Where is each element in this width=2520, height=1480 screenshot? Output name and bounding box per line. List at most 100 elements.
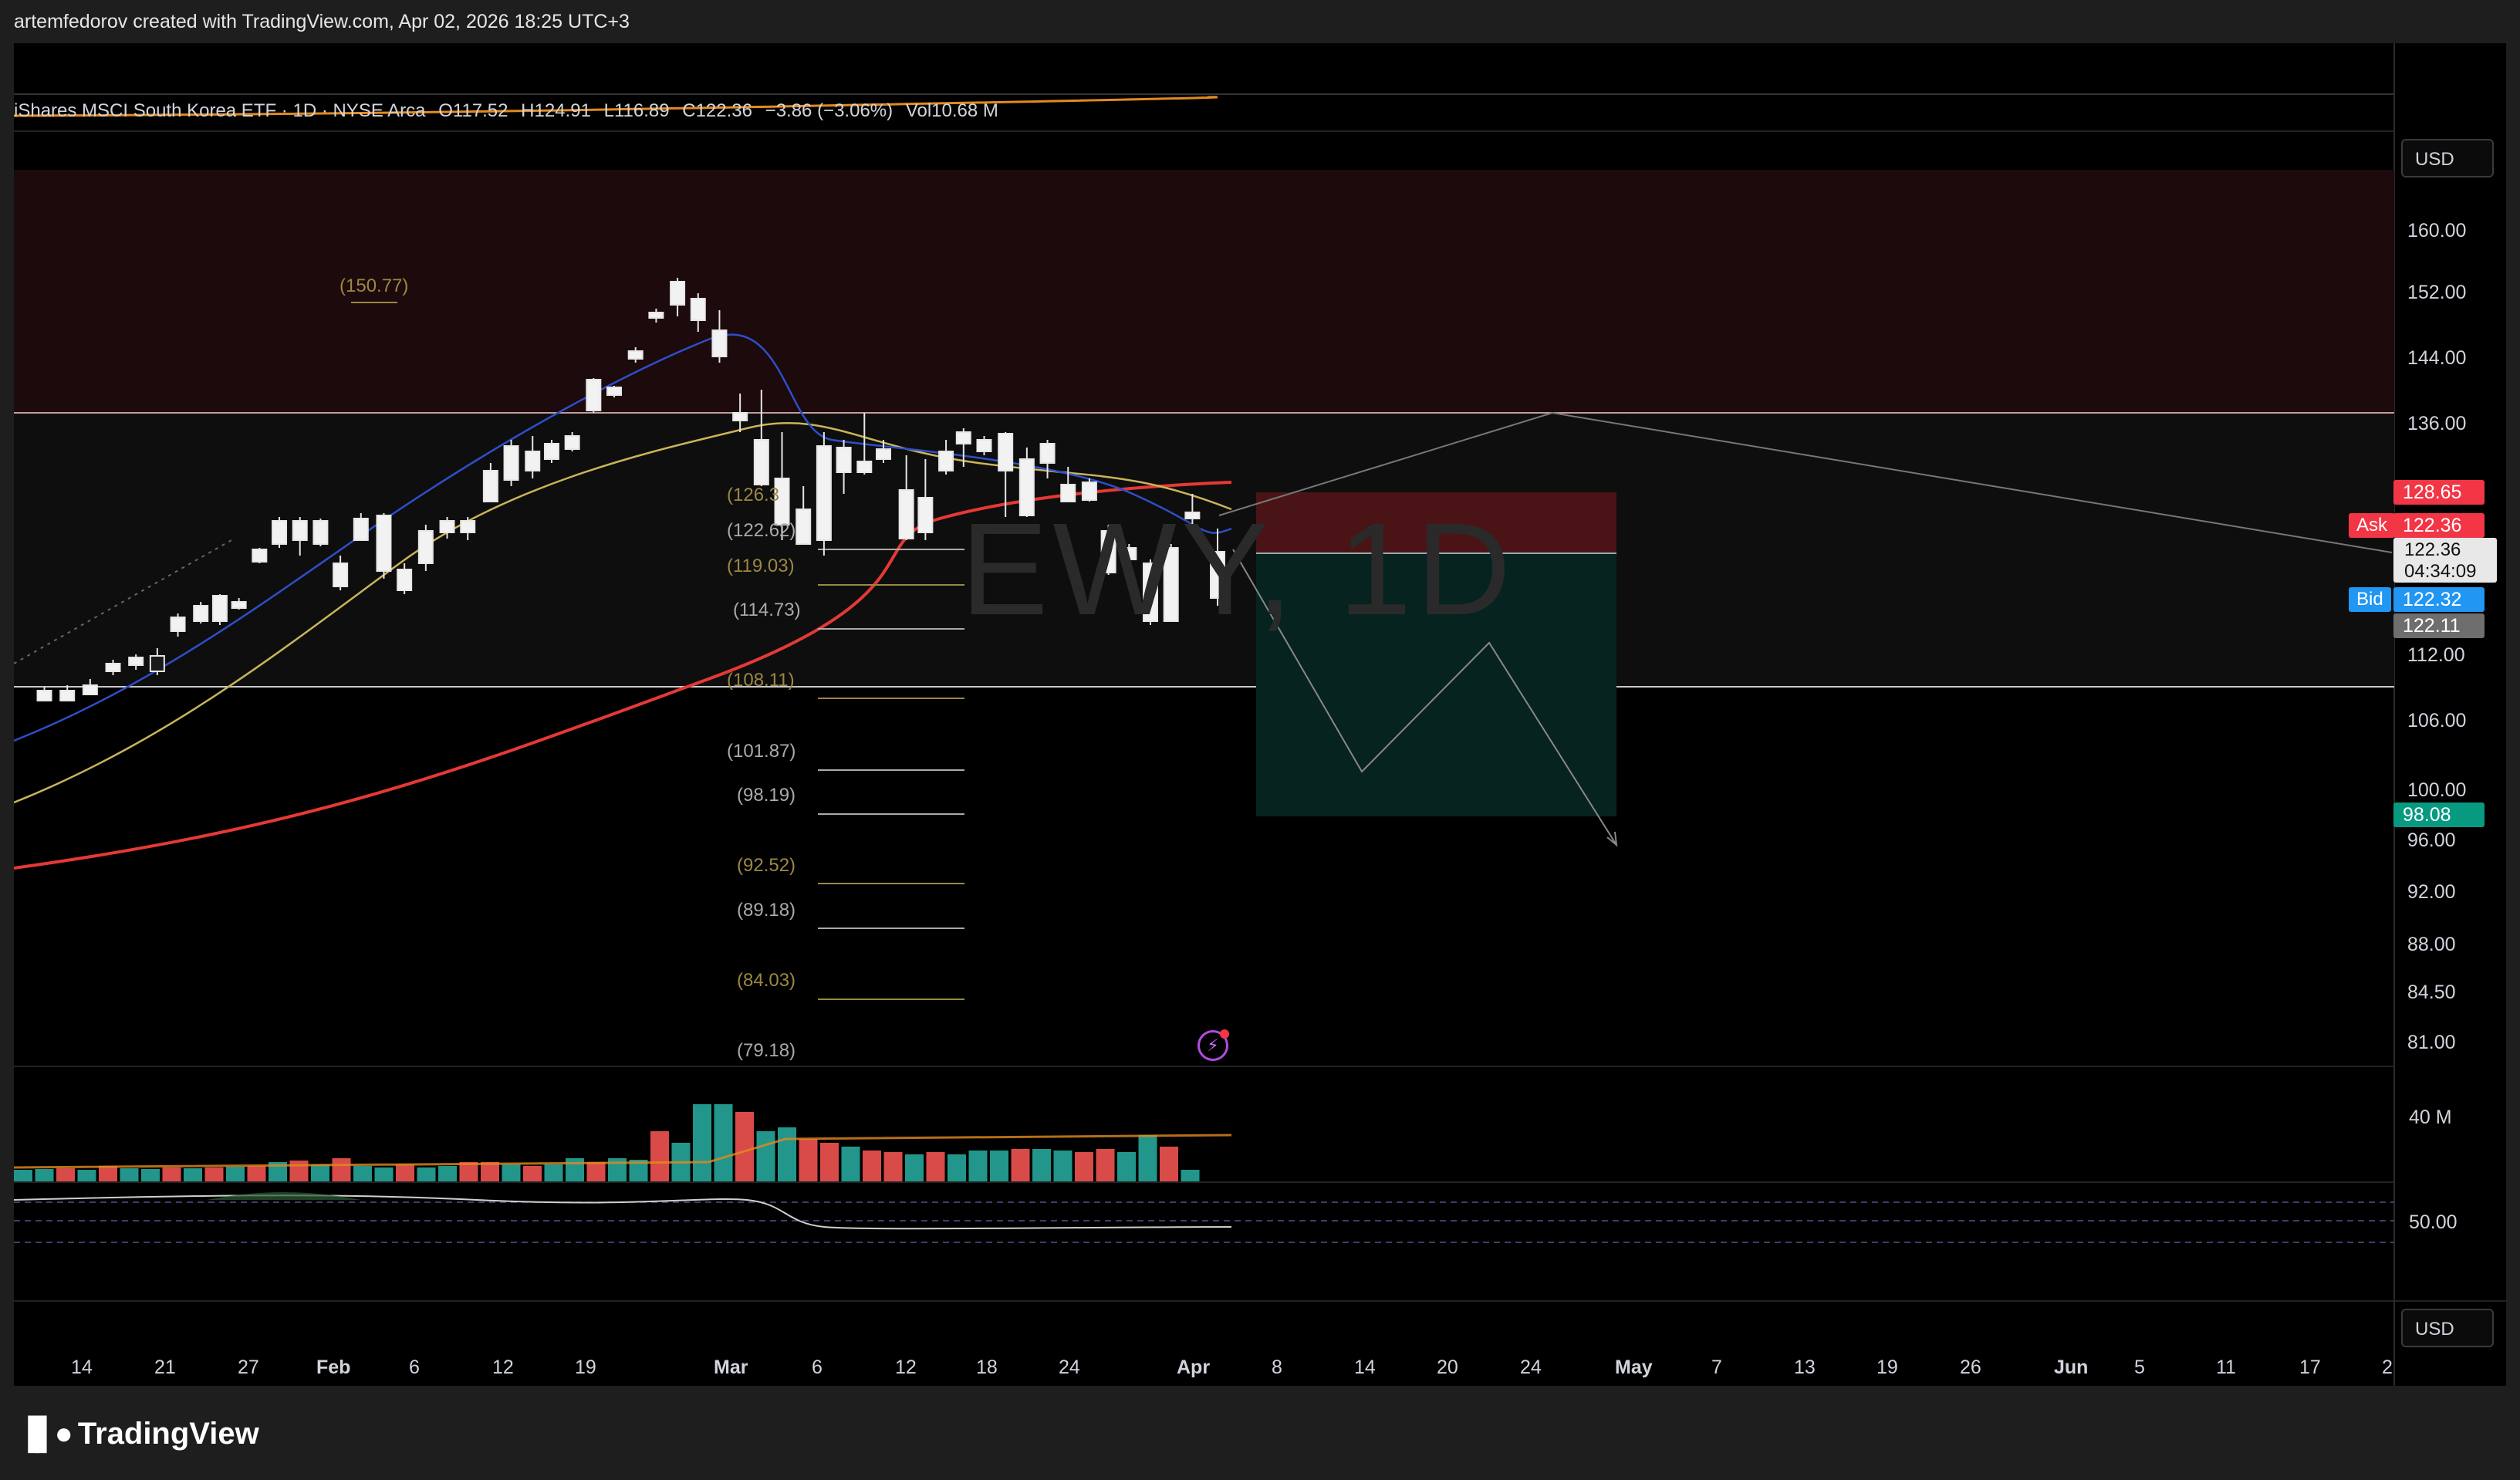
price-axis-tick: 160.00: [2407, 220, 2467, 242]
candle-body: [252, 549, 268, 563]
volume-bar: [1032, 1149, 1051, 1181]
candle-body: [193, 605, 209, 622]
volume-bar: [586, 1162, 606, 1181]
currency-selector-bottom[interactable]: USD: [2401, 1309, 2494, 1347]
fib-level-label: (84.03): [737, 970, 796, 991]
time-axis-tick: 17: [2299, 1357, 2321, 1378]
price-axis-tick: 100.00: [2407, 779, 2467, 801]
volume-bar: [883, 1152, 903, 1181]
last-price: 122.36: [2404, 539, 2461, 560]
lightning-alert-icon[interactable]: ⚡: [1198, 1029, 1229, 1061]
bid-price-tag: 122.32: [2393, 587, 2485, 612]
volume-bar: [778, 1127, 796, 1181]
candle-body: [732, 412, 748, 421]
candle-body: [525, 451, 541, 471]
price-chart[interactable]: [14, 43, 2506, 1386]
volume-bar: [1075, 1152, 1093, 1181]
volume-bar: [502, 1164, 521, 1181]
legend-low: L116.89: [603, 100, 670, 121]
volume-bar: [396, 1164, 414, 1181]
price-axis-tick: 144.00: [2407, 347, 2467, 369]
volume-bar: [289, 1161, 309, 1181]
rsi-overbought-fill: [207, 1192, 361, 1200]
volume-bar: [1096, 1149, 1115, 1181]
fib-level-label: (101.87): [727, 741, 796, 762]
candle-body: [353, 518, 369, 541]
symbol-legend: iShares MSCI South Korea ETF · 1D · NYSE…: [14, 100, 1006, 122]
candle-body: [917, 497, 934, 533]
volume-bar: [247, 1166, 266, 1181]
time-axis-tick: 11: [2216, 1357, 2236, 1378]
candle-body: [312, 520, 329, 545]
candle-body: [711, 329, 728, 357]
ma-red-price-tag: 128.65: [2393, 480, 2485, 505]
brand-name: TradingView: [77, 1417, 259, 1451]
price-axis-tick: 96.00: [2407, 830, 2456, 851]
candle-body: [36, 690, 52, 701]
candle-body: [670, 281, 686, 306]
fib-level-label: (98.19): [737, 785, 796, 806]
time-axis-tick: 20: [1437, 1357, 1458, 1378]
secondary-price-tag: 122.11: [2393, 613, 2485, 638]
candle-body: [1143, 563, 1159, 622]
legend-high: H124.91: [521, 100, 591, 121]
candle-body: [1039, 443, 1056, 464]
volume-bar: [948, 1154, 966, 1181]
volume-bar: [799, 1139, 818, 1181]
candle-body: [586, 379, 602, 411]
volume-bar: [1160, 1147, 1178, 1181]
volume-bar: [841, 1147, 860, 1181]
candle-body: [1210, 551, 1225, 599]
candle-body: [976, 439, 992, 452]
volume-bar: [99, 1166, 117, 1181]
time-axis-tick: May: [1615, 1357, 1653, 1378]
time-axis-tick: 24: [1520, 1357, 1542, 1378]
volume-bar: [714, 1104, 733, 1181]
candle-body: [460, 520, 476, 533]
volume-bar: [566, 1158, 584, 1181]
price-axis-tick: 106.00: [2407, 710, 2467, 732]
time-axis-tick: 8: [1272, 1357, 1282, 1378]
candle-body: [543, 443, 559, 460]
time-axis-tick: 21: [154, 1357, 176, 1378]
legend-symbol: iShares MSCI South Korea ETF · 1D · NYSE…: [14, 100, 426, 121]
time-axis-tick: 12: [492, 1357, 514, 1378]
time-axis-tick: 14: [1354, 1357, 1376, 1378]
currency-selector-top[interactable]: USD: [2401, 139, 2494, 177]
time-axis-tick: 24: [1059, 1357, 1080, 1378]
price-axis-tick: 136.00: [2407, 413, 2467, 434]
legend-close: C122.36: [682, 100, 752, 121]
time-axis-tick: 19: [1876, 1357, 1898, 1378]
volume-bar: [523, 1166, 542, 1181]
rsi-line: [14, 1194, 1232, 1230]
volume-bar: [1011, 1149, 1030, 1181]
chart-frame[interactable]: [14, 43, 2506, 1386]
candle-body: [898, 489, 914, 539]
fib-level-label: (92.52): [737, 855, 796, 876]
candle-body: [627, 350, 644, 360]
volume-bar: [353, 1166, 372, 1181]
price-axis-tick: 92.00: [2407, 881, 2456, 903]
ask-label: Ask: [2349, 513, 2396, 538]
candle-body: [836, 447, 852, 473]
chart-caption: artemfedorov created with TradingView.co…: [14, 11, 630, 32]
candle-body: [1121, 547, 1137, 560]
candle-body: [397, 569, 413, 591]
time-axis-tick: Jun: [2054, 1357, 2089, 1378]
volume-bar: [374, 1167, 394, 1181]
bid-label: Bid: [2349, 587, 2391, 612]
volume-bar: [120, 1168, 139, 1181]
volume-bar: [77, 1170, 96, 1181]
tradingview-logo[interactable]: ▐▌● TradingView: [17, 1417, 259, 1451]
time-axis-tick: 19: [575, 1357, 596, 1378]
candle-body: [417, 530, 434, 564]
volume-bar: [438, 1166, 457, 1181]
volume-bar: [184, 1168, 202, 1181]
candle-body: [105, 663, 121, 672]
fib-level-label: (114.73): [733, 600, 801, 620]
candle-body: [1018, 458, 1035, 516]
volume-bar: [1138, 1135, 1157, 1181]
range-zone: [14, 413, 2394, 687]
fib-level-label: (150.77): [339, 275, 409, 296]
volume-bar: [35, 1169, 54, 1181]
